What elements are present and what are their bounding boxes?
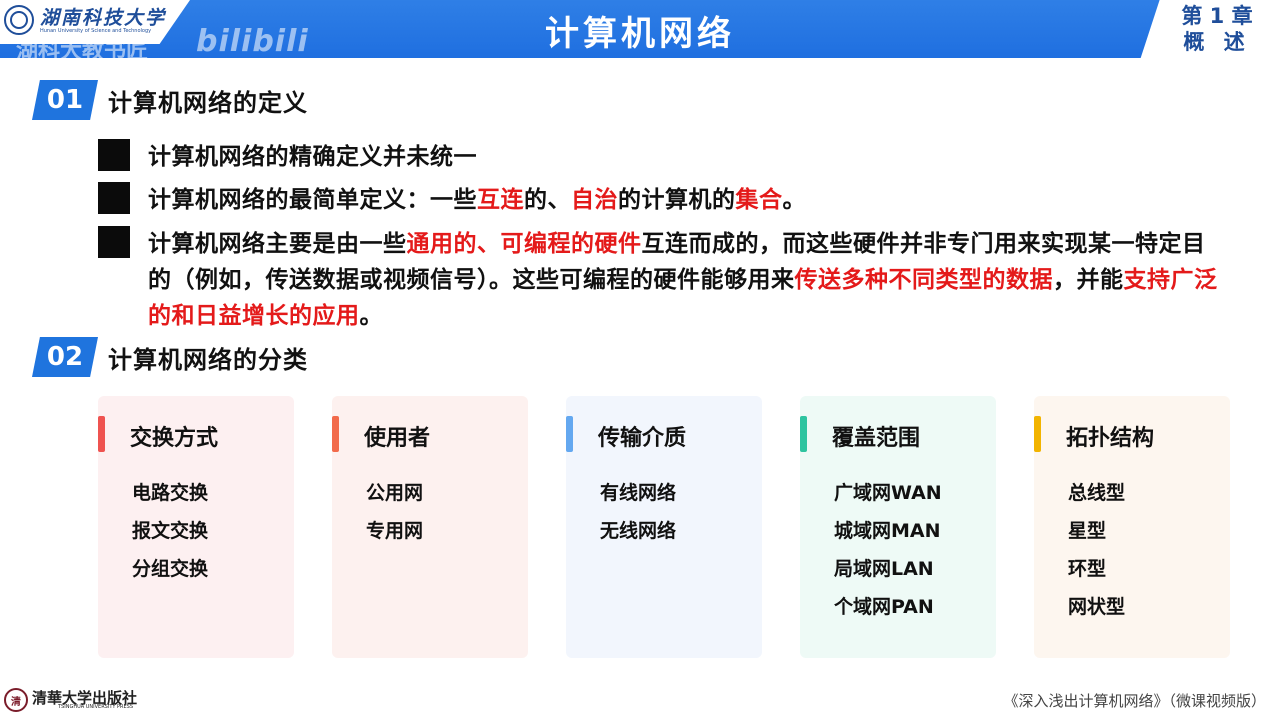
- publisher-logo: 清 清華大学出版社 TSINGHUA UNIVERSITY PRESS: [4, 688, 137, 712]
- section-2-heading: 02 计算机网络的分类: [32, 337, 308, 377]
- card-item-list: 广域网WAN 城域网MAN 局域网LAN 个域网PAN: [834, 478, 942, 630]
- chapter-name: 概 述: [1183, 30, 1251, 54]
- definition-bullet-3: 计算机网络主要是由一些通用的、可编程的硬件互连而成的，而这些硬件并非专门用来实现…: [98, 226, 1218, 334]
- highlight-text: 互连: [477, 187, 524, 213]
- card-item-list: 有线网络 无线网络: [600, 478, 676, 554]
- bullet-square-icon: [98, 139, 130, 171]
- bullet-segment: 的、: [524, 187, 571, 213]
- card-title: 覆盖范围: [832, 426, 921, 451]
- bullet-text: 计算机网络主要是由一些通用的、可编程的硬件互连而成的，而这些硬件并非专门用来实现…: [148, 226, 1218, 334]
- card-accent-bar: [566, 416, 573, 452]
- highlight-text: 自治: [571, 187, 618, 213]
- bullet-segment: 计算机网络的精确定义并未统一: [148, 144, 477, 170]
- section-title: 计算机网络的定义: [108, 88, 308, 117]
- card-item: 局域网LAN: [834, 558, 934, 580]
- card-accent-bar: [332, 416, 339, 452]
- university-name: 湖南科技大学: [40, 7, 167, 29]
- book-title: 《深入浅出计算机网络》（微课视频版）: [1003, 692, 1266, 710]
- publisher-name-en: TSINGHUA UNIVERSITY PRESS: [58, 703, 134, 710]
- card-item: 公用网: [366, 482, 424, 504]
- university-seal-icon: [4, 5, 34, 35]
- card-item-list: 公用网 专用网: [366, 478, 423, 554]
- bullet-text: 计算机网络的精确定义并未统一: [148, 139, 477, 175]
- bullet-text: 计算机网络的最简单定义：一些互连的、自治的计算机的集合。: [148, 182, 806, 218]
- card-item: 分组交换: [132, 558, 209, 580]
- definition-bullet-1: 计算机网络的精确定义并未统一: [98, 139, 1218, 175]
- category-card: 使用者 公用网 专用网: [332, 396, 528, 658]
- card-item: 城域网MAN: [834, 520, 941, 542]
- bullet-segment: 计算机网络主要是由一些: [148, 231, 407, 257]
- card-accent-bar: [800, 416, 807, 452]
- bullet-segment: 。: [782, 187, 806, 213]
- section-number-badge: 02: [32, 337, 98, 377]
- highlight-text: 集合: [735, 187, 783, 213]
- section-title: 计算机网络的分类: [108, 345, 308, 374]
- definition-bullet-2: 计算机网络的最简单定义：一些互连的、自治的计算机的集合。: [98, 182, 1218, 218]
- category-card: 交换方式电路交换报文交换分组交换: [98, 396, 294, 658]
- card-item: 环型: [1068, 558, 1107, 580]
- card-item: 总线型: [1068, 482, 1126, 504]
- category-card: 传输介质有线网络无线网络: [566, 396, 762, 658]
- section-number-badge: 01: [32, 80, 98, 120]
- card-title: 交换方式: [130, 426, 219, 451]
- highlight-text: 传送多种不同类型的数据: [794, 267, 1053, 293]
- chapter-badge: 第 1 章 概 述: [1140, 0, 1280, 60]
- card-title: 拓扑结构: [1066, 426, 1155, 451]
- card-item: 专用网: [366, 520, 424, 542]
- channel-watermark: 湖科大教书匠: [16, 39, 149, 64]
- card-accent-bar: [1034, 416, 1041, 452]
- bullet-segment: 。: [359, 303, 383, 329]
- bullet-segment: ，并能: [1053, 267, 1124, 293]
- section-1-heading: 01 计算机网络的定义: [32, 80, 308, 120]
- card-title: 使用者: [364, 426, 431, 451]
- highlight-text: 通用的、可编程的硬件: [406, 231, 642, 257]
- card-item: 报文交换: [132, 520, 209, 542]
- bullet-square-icon: [98, 182, 130, 214]
- bullet-segment: 的计算机的: [618, 187, 736, 213]
- category-card: 覆盖范围广域网WAN 城域网MAN 局域网LAN 个域网PAN: [800, 396, 996, 658]
- card-item-list: 电路交换报文交换分组交换: [132, 478, 208, 592]
- card-item: 网状型: [1068, 596, 1126, 618]
- bullet-square-icon: [98, 226, 130, 258]
- chapter-number: 第 1 章: [1181, 4, 1253, 28]
- bilibili-watermark: bilibili: [196, 24, 309, 59]
- page-title: 计算机网络: [545, 14, 735, 54]
- card-title: 传输介质: [598, 426, 687, 451]
- bullet-segment: 计算机网络的最简单定义：一些: [148, 187, 477, 213]
- card-item: 个域网PAN: [834, 596, 934, 618]
- publisher-seal-icon: 清: [4, 688, 28, 712]
- card-item-list: 总线型星型环型网状型: [1068, 478, 1125, 630]
- card-item: 有线网络: [600, 482, 677, 504]
- card-item: 无线网络: [600, 520, 677, 542]
- card-item: 广域网WAN: [834, 482, 942, 504]
- category-card: 拓扑结构总线型星型环型网状型: [1034, 396, 1230, 658]
- card-item: 电路交换: [132, 482, 209, 504]
- card-item: 星型: [1068, 520, 1107, 542]
- card-accent-bar: [98, 416, 105, 452]
